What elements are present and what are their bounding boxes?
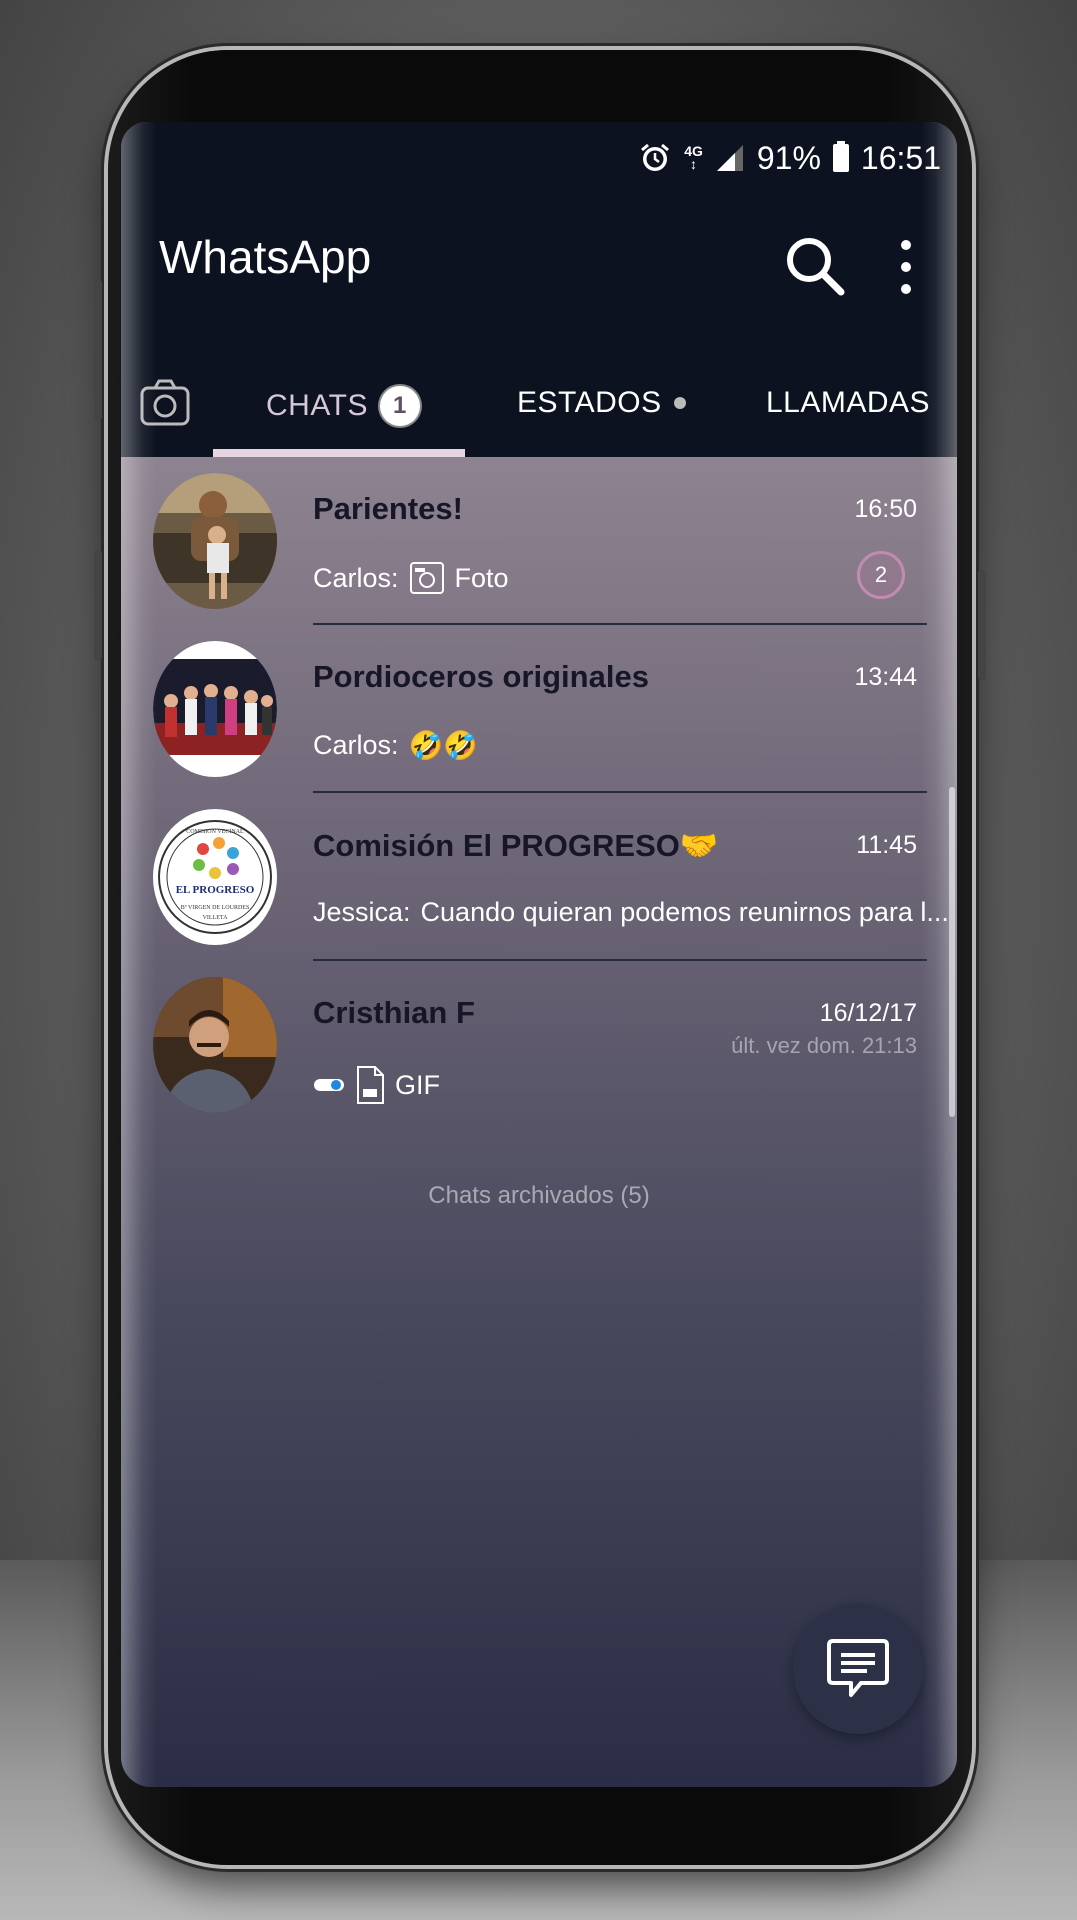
tab-calls-label: LLAMADAS bbox=[766, 386, 931, 419]
avatar[interactable] bbox=[153, 473, 277, 609]
chat-time: 11:45 bbox=[856, 831, 917, 859]
bixby-button bbox=[94, 550, 102, 660]
preview-sender: Carlos: bbox=[313, 730, 399, 760]
chat-name: Parientes! bbox=[313, 491, 463, 526]
avatar[interactable] bbox=[153, 641, 277, 777]
preview-text: GIF bbox=[395, 1069, 440, 1100]
camera-icon[interactable] bbox=[139, 376, 191, 428]
tab-chats-label: CHATS bbox=[266, 389, 368, 422]
chat-preview: Carlos: Foto bbox=[313, 561, 509, 595]
alarm-icon bbox=[641, 143, 670, 171]
tab-status-label: ESTADOS bbox=[517, 386, 662, 419]
chat-time: 16:50 bbox=[854, 495, 917, 523]
tab-chats[interactable]: CHATS 1 bbox=[266, 386, 420, 426]
chat-row-cristhian[interactable]: Cristhian F 16/12/17 últ. vez dom. 21:13… bbox=[121, 961, 957, 1129]
avatar-logo-city: VILLETA bbox=[203, 915, 229, 921]
app-header: 4G ↕ 91% 16:51 WhatsApp CHATS 1 ESTADOS … bbox=[121, 122, 957, 457]
chat-name: Cristhian F bbox=[313, 995, 475, 1030]
camera-small-icon bbox=[409, 562, 444, 594]
gif-file-icon bbox=[357, 1066, 384, 1104]
scrollbar[interactable] bbox=[949, 787, 955, 1117]
chat-time: 16/12/17 bbox=[819, 999, 917, 1027]
app-title: WhatsApp bbox=[159, 231, 372, 283]
status-new-dot bbox=[673, 397, 686, 409]
search-icon[interactable] bbox=[781, 232, 851, 302]
status-bar: 4G ↕ 91% 16:51 bbox=[638, 136, 941, 180]
network-type: 4G ↕ bbox=[684, 143, 703, 172]
tab-bar: CHATS 1 ESTADOS LLAMADAS bbox=[121, 366, 957, 457]
tab-calls[interactable]: LLAMADAS bbox=[766, 386, 930, 420]
toggle-icon bbox=[314, 1079, 344, 1091]
avatar-logo-subtext: Bº VIRGEN DE LOURDES bbox=[181, 905, 250, 911]
avatar[interactable] bbox=[153, 977, 277, 1113]
active-tab-indicator bbox=[213, 449, 465, 457]
new-chat-button[interactable] bbox=[793, 1604, 923, 1734]
avatar[interactable]: EL PROGRESO Bº VIRGEN DE LOURDES VILLETA… bbox=[153, 809, 277, 945]
preview-sender: Carlos: bbox=[313, 562, 399, 593]
preview-text: 🤣🤣 bbox=[408, 730, 479, 761]
preview-text: Foto bbox=[454, 562, 509, 593]
archived-chats-link[interactable]: Chats archivados (5) bbox=[121, 1182, 957, 1210]
chat-row-parientes[interactable]: Parientes! 16:50 Carlos: Foto 2 bbox=[121, 457, 957, 625]
battery-percent: 91% bbox=[756, 139, 821, 176]
chat-row-pordioceros[interactable]: Pordioceros originales 13:44 Carlos: 🤣🤣 bbox=[121, 625, 957, 793]
status-time: 16:51 bbox=[860, 139, 941, 176]
chat-time: 13:44 bbox=[854, 663, 917, 691]
chat-row-comision[interactable]: EL PROGRESO Bº VIRGEN DE LOURDES VILLETA… bbox=[121, 793, 957, 961]
new-chat-icon bbox=[827, 1639, 889, 1697]
volume-button bbox=[94, 280, 102, 420]
chats-unread-badge: 1 bbox=[379, 386, 420, 426]
chat-name: Pordioceros originales bbox=[313, 659, 649, 694]
last-seen-text: últ. vez dom. 21:13 bbox=[731, 1033, 917, 1058]
phone-screen: 4G ↕ 91% 16:51 WhatsApp CHATS 1 ESTADOS … bbox=[121, 122, 957, 1787]
avatar-logo-top: COMISION VECINAL bbox=[186, 829, 244, 835]
chat-preview: Carlos: 🤣🤣 bbox=[313, 729, 478, 762]
unread-count-badge: 2 bbox=[857, 551, 905, 599]
chat-name: Comisión El PROGRESO🤝 bbox=[313, 828, 719, 863]
preview-text: Cuando quieran podemos reunirnos para l.… bbox=[420, 897, 949, 927]
battery-icon bbox=[832, 141, 849, 172]
chat-preview: Jessica: Cuando quieran podemos reunirno… bbox=[313, 897, 949, 928]
chat-list: Parientes! 16:50 Carlos: Foto 2 Pordioce… bbox=[121, 457, 957, 1129]
signal-icon bbox=[716, 145, 743, 171]
tab-status[interactable]: ESTADOS bbox=[517, 386, 686, 420]
chat-preview: GIF bbox=[313, 1065, 440, 1105]
preview-sender: Jessica: bbox=[313, 897, 411, 927]
avatar-logo-text: EL PROGRESO bbox=[176, 884, 255, 896]
power-button bbox=[978, 570, 986, 680]
more-options-icon[interactable] bbox=[893, 240, 919, 294]
